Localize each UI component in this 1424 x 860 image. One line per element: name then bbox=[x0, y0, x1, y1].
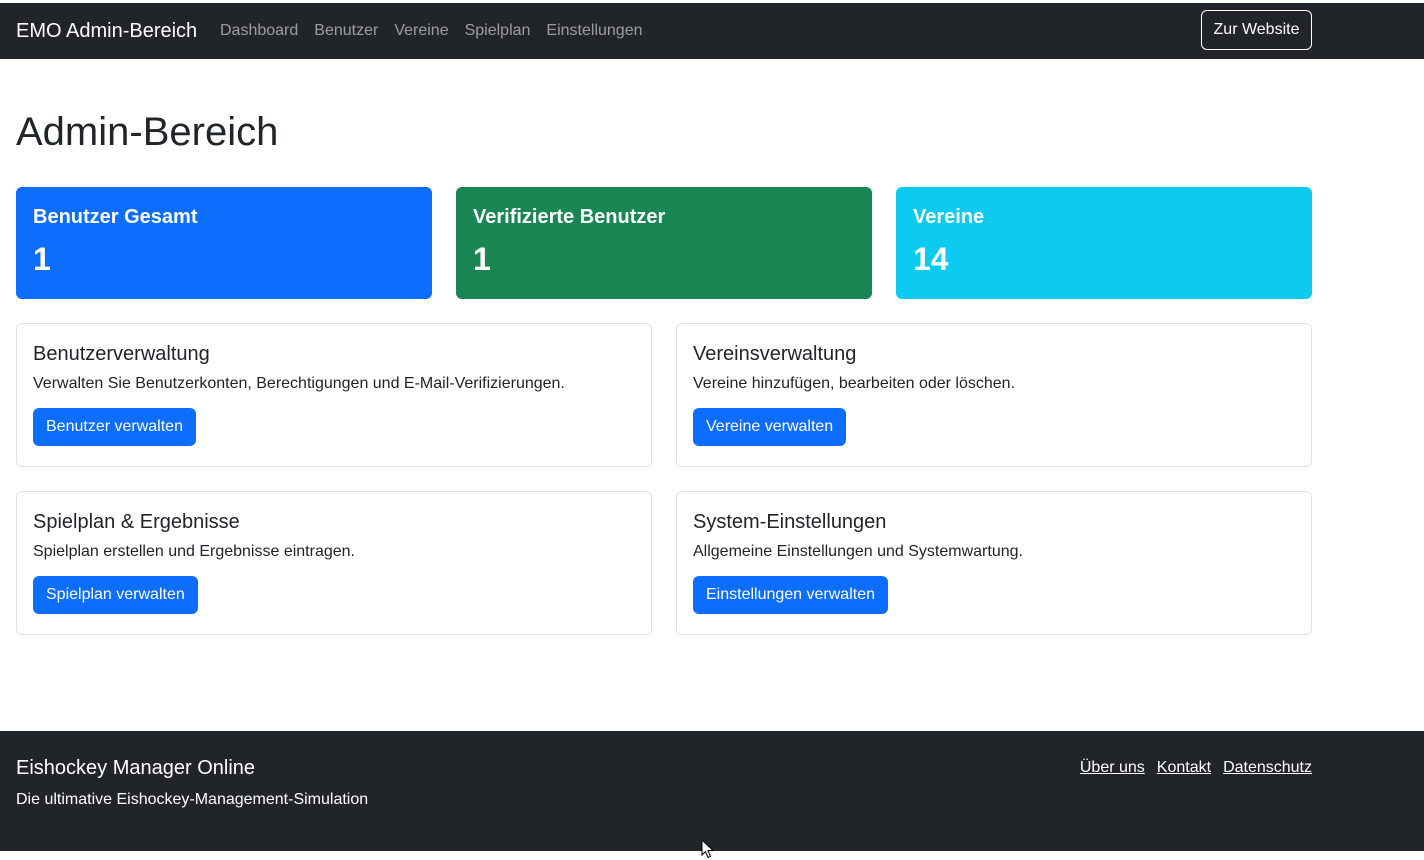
nav-link-einstellungen[interactable]: Einstellungen bbox=[538, 3, 650, 59]
stat-value: 1 bbox=[473, 241, 491, 277]
nav-link-spielplan[interactable]: Spielplan bbox=[457, 3, 539, 59]
panel-schedule-results: Spielplan & Ergebnisse Spielplan erstell… bbox=[16, 491, 652, 635]
panel-title: Benutzerverwaltung bbox=[33, 343, 210, 365]
footer-link-privacy[interactable]: Datenschutz bbox=[1223, 757, 1312, 779]
panel-text: Spielplan erstellen und Ergebnisse eintr… bbox=[33, 543, 355, 560]
manage-clubs-button[interactable]: Vereine verwalten bbox=[693, 408, 847, 446]
footer-link-contact[interactable]: Kontakt bbox=[1157, 757, 1211, 779]
manage-settings-button[interactable]: Einstellungen verwalten bbox=[693, 576, 888, 614]
top-navbar: EMO Admin-Bereich Dashboard Benutzer Ver… bbox=[0, 3, 1424, 59]
footer-subtitle: Die ultimative Eishockey-Management-Simu… bbox=[16, 791, 369, 808]
panel-user-management: Benutzerverwaltung Verwalten Sie Benutze… bbox=[16, 323, 652, 467]
manage-users-button[interactable]: Benutzer verwalten bbox=[33, 408, 196, 446]
nav-links: Dashboard Benutzer Vereine Spielplan Ein… bbox=[212, 3, 651, 59]
nav-link-vereine[interactable]: Vereine bbox=[386, 3, 456, 59]
stat-title: Vereine bbox=[913, 206, 985, 228]
footer: Eishockey Manager Online Die ultimative … bbox=[0, 731, 1424, 851]
footer-links: Über uns Kontakt Datenschutz bbox=[1080, 757, 1312, 779]
footer-title: Eishockey Manager Online bbox=[16, 757, 256, 779]
stat-value: 14 bbox=[913, 241, 949, 277]
panel-club-management: Vereinsverwaltung Vereine hinzufügen, be… bbox=[676, 323, 1312, 467]
stat-card-clubs: Vereine 14 bbox=[896, 187, 1312, 299]
panel-title: Spielplan & Ergebnisse bbox=[33, 511, 240, 533]
stat-card-verified-users: Verifizierte Benutzer 1 bbox=[456, 187, 872, 299]
mouse-cursor-icon bbox=[701, 839, 715, 859]
website-button[interactable]: Zur Website bbox=[1201, 10, 1312, 50]
nav-link-benutzer[interactable]: Benutzer bbox=[306, 3, 386, 59]
nav-link-dashboard[interactable]: Dashboard bbox=[212, 3, 306, 59]
panel-title: Vereinsverwaltung bbox=[693, 343, 857, 365]
manage-schedule-button[interactable]: Spielplan verwalten bbox=[33, 576, 198, 614]
panel-system-settings: System-Einstellungen Allgemeine Einstell… bbox=[676, 491, 1312, 635]
footer-link-about[interactable]: Über uns bbox=[1080, 757, 1145, 779]
stat-value: 1 bbox=[33, 241, 51, 277]
panel-text: Verwalten Sie Benutzerkonten, Berechtigu… bbox=[33, 375, 565, 392]
panel-text: Allgemeine Einstellungen und Systemwartu… bbox=[693, 543, 1023, 560]
stat-title: Verifizierte Benutzer bbox=[473, 206, 666, 228]
panel-title: System-Einstellungen bbox=[693, 511, 887, 533]
stat-card-users-total: Benutzer Gesamt 1 bbox=[16, 187, 432, 299]
navbar-brand[interactable]: EMO Admin-Bereich bbox=[16, 3, 197, 59]
stat-title: Benutzer Gesamt bbox=[33, 206, 198, 228]
page-title: Admin-Bereich bbox=[16, 110, 279, 154]
panel-text: Vereine hinzufügen, bearbeiten oder lösc… bbox=[693, 375, 1016, 392]
